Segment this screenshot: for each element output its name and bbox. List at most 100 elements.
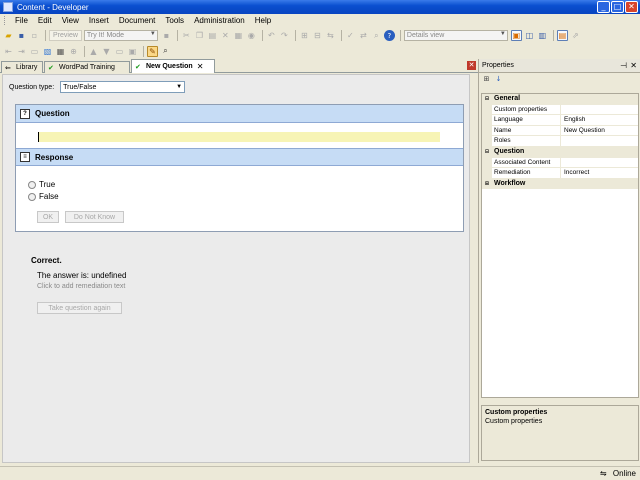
toolbar-separator <box>45 30 46 41</box>
property-value[interactable]: Incorrect <box>561 168 589 178</box>
frame-move-icon[interactable]: ⇆ <box>325 30 336 41</box>
pane-toggle-icon[interactable]: ▤ <box>556 30 568 41</box>
do-not-know-button[interactable]: Do Not Know <box>65 211 124 223</box>
menu-view[interactable]: View <box>57 16 84 25</box>
menu-insert[interactable]: Insert <box>84 16 114 25</box>
inspect-icon[interactable]: ⌕ <box>160 46 171 57</box>
property-row[interactable]: Associated Content <box>482 157 638 169</box>
print-icon[interactable]: ▫ <box>29 30 40 41</box>
open-icon[interactable]: ▰ <box>3 30 14 41</box>
insert-frame-icon[interactable]: ▭ <box>114 46 125 57</box>
standard-toolbar: ▰ ▪ ▫ Preview Try It! Mode ▼ ▪ ✂ ❐ ▤ ✕ ▦… <box>0 28 640 43</box>
table-icon[interactable]: ▦ <box>55 46 66 57</box>
option-true[interactable]: True <box>28 180 55 189</box>
title-bar: Content - Developer _ □ ✕ <box>0 0 640 14</box>
layout-columns-icon[interactable]: ▥ <box>537 30 548 41</box>
property-row[interactable]: Roles <box>482 136 638 147</box>
question-type-select[interactable]: True/False ▼ <box>60 81 186 93</box>
tab-library[interactable]: ⇐ Library <box>1 61 43 73</box>
find-icon[interactable]: ◉ <box>246 30 257 41</box>
app-icon <box>3 2 13 12</box>
spell-check-icon[interactable]: ✓ <box>345 30 356 41</box>
copy-icon[interactable]: ❐ <box>194 30 205 41</box>
categorized-icon[interactable]: ⊞ <box>482 75 491 84</box>
redo-icon[interactable]: ↷ <box>279 30 290 41</box>
tab-label: New Question <box>146 63 193 70</box>
indent-icon[interactable]: ⇥ <box>16 46 27 57</box>
mode-combo-value: Try It! Mode <box>86 32 124 39</box>
property-row[interactable]: Custom properties <box>482 104 638 116</box>
properties-icon[interactable]: ▦ <box>233 30 244 41</box>
property-row[interactable]: Name New Question <box>482 125 638 137</box>
question-type-label: Question type: <box>9 83 55 91</box>
image-icon[interactable]: ▧ <box>42 46 53 57</box>
menu-administration[interactable]: Administration <box>189 16 250 25</box>
link-icon[interactable]: ⊕ <box>68 46 79 57</box>
menu-help[interactable]: Help <box>250 16 276 25</box>
ok-button[interactable]: OK <box>37 211 59 223</box>
category-question[interactable]: ⊟ Question <box>482 146 638 158</box>
take-question-again-button[interactable]: Take question again <box>37 302 122 314</box>
menu-document[interactable]: Document <box>114 16 160 25</box>
option-label: False <box>39 192 59 201</box>
property-value[interactable]: English <box>561 115 585 125</box>
pin-icon[interactable]: ⊣ <box>620 61 627 70</box>
menu-tools[interactable]: Tools <box>160 16 189 25</box>
remediation-hint[interactable]: Click to add remediation text <box>37 283 125 290</box>
category-general[interactable]: ⊟ General <box>482 94 638 105</box>
expand-icon[interactable]: ⊞ <box>482 178 492 189</box>
option-false[interactable]: False <box>28 192 59 201</box>
window-title: Content - Developer <box>17 2 89 12</box>
move-up-icon[interactable]: ▲ <box>88 46 99 57</box>
delete-icon[interactable]: ✕ <box>220 30 231 41</box>
property-name: Roles <box>492 136 561 146</box>
move-down-icon[interactable]: ▼ <box>101 46 112 57</box>
sort-alpha-icon[interactable]: ↓ <box>494 75 503 84</box>
record-icon[interactable]: ▪ <box>161 30 172 41</box>
feedback-status: Correct. <box>31 256 62 265</box>
view-combo[interactable]: Details view ▼ <box>403 30 508 41</box>
minimize-button[interactable]: _ <box>597 1 610 13</box>
undo-icon[interactable]: ↶ <box>266 30 277 41</box>
property-row[interactable]: Language English <box>482 115 638 126</box>
frame-add-icon[interactable]: ⊞ <box>299 30 310 41</box>
frame-remove-icon[interactable]: ⊟ <box>312 30 323 41</box>
cut-icon[interactable]: ✂ <box>181 30 192 41</box>
pencil-icon[interactable]: ✎ <box>147 45 158 57</box>
property-grid: ⊟ General Custom properties Language Eng… <box>481 93 639 398</box>
collapse-icon[interactable]: ⊟ <box>482 94 492 104</box>
radio-true[interactable] <box>28 180 36 189</box>
sync-icon[interactable]: ⇗ <box>570 30 581 41</box>
maximize-button[interactable]: □ <box>611 1 624 13</box>
layout-single-icon[interactable]: ▣ <box>510 30 522 41</box>
layout-split-icon[interactable]: ◫ <box>524 30 535 41</box>
replace-icon[interactable]: ⇄ <box>358 30 369 41</box>
collapse-icon[interactable]: ⊟ <box>482 146 492 157</box>
paste-icon[interactable]: ▤ <box>207 30 218 41</box>
mode-combo[interactable]: Try It! Mode ▼ <box>83 30 158 41</box>
close-button[interactable]: ✕ <box>625 1 638 13</box>
menu-file[interactable]: File <box>10 16 33 25</box>
save-icon[interactable]: ▪ <box>16 30 27 41</box>
outdent-icon[interactable]: ⇤ <box>3 46 14 57</box>
response-icon: ≡ <box>20 152 30 162</box>
radio-false[interactable] <box>28 192 36 201</box>
menu-edit[interactable]: Edit <box>33 16 57 25</box>
tab-wordpad-training[interactable]: ✔ WordPad Training <box>44 61 130 73</box>
close-icon[interactable]: ✕ <box>630 61 637 70</box>
help-icon[interactable]: ? <box>383 30 395 41</box>
property-row[interactable]: Remediation Incorrect <box>482 168 638 179</box>
question-text-input[interactable] <box>38 132 440 142</box>
search-icon[interactable]: ⌕ <box>371 30 382 41</box>
property-description: Custom properties Custom properties <box>481 405 639 461</box>
property-value[interactable]: New Question <box>561 126 605 136</box>
close-pane-icon[interactable]: ✕ <box>467 61 476 70</box>
close-tab-icon[interactable]: ✕ <box>197 62 204 71</box>
question-section-header: ? Question <box>16 105 463 123</box>
preview-button[interactable]: Preview <box>49 30 82 41</box>
document-icon[interactable]: ▭ <box>29 46 40 57</box>
tab-new-question[interactable]: ✔ New Question ✕ <box>131 59 215 73</box>
cell-icon[interactable]: ▣ <box>127 46 138 57</box>
category-workflow[interactable]: ⊞ Workflow <box>482 178 638 190</box>
chevron-down-icon: ▼ <box>149 31 156 37</box>
